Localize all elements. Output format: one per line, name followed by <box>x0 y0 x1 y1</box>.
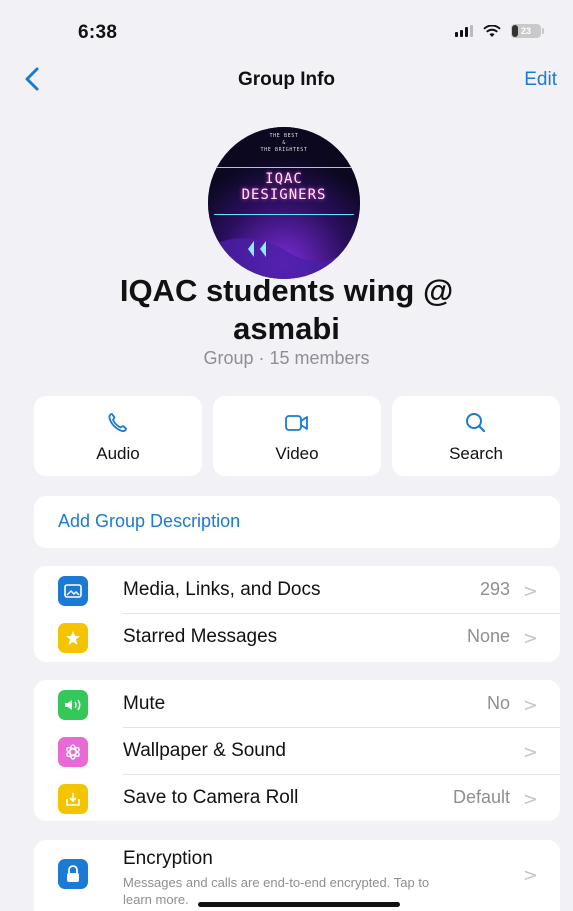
action-buttons: Audio Video Search <box>34 396 560 476</box>
status-bar: 6:38 23 <box>0 0 573 52</box>
media-links-docs-label: Media, Links, and Docs <box>123 579 321 600</box>
group-name-text: IQAC students wing @ asmabi <box>119 273 454 346</box>
video-label: Video <box>275 444 319 463</box>
phone-icon <box>108 413 127 433</box>
settings-section: Mute No > Wallpaper & Sound > Save to Ca… <box>34 680 560 821</box>
edit-button[interactable]: Edit <box>524 69 557 91</box>
speaker-icon <box>58 690 88 720</box>
avatar-title-2: DESIGNERS <box>241 187 327 203</box>
chevron-right-icon: > <box>522 695 538 716</box>
starred-messages-row[interactable]: Starred Messages None > <box>34 614 560 661</box>
search-icon <box>466 413 486 433</box>
flower-icon <box>58 737 88 767</box>
group-avatar[interactable]: THE BEST & THE BRIGHTEST IQAC DESIGNERS <box>208 127 360 279</box>
download-icon <box>58 784 88 814</box>
starred-value: None <box>466 626 510 646</box>
audio-call-button[interactable]: Audio <box>34 396 202 476</box>
status-time: 6:38 <box>78 22 118 43</box>
save-camera-roll-row[interactable]: Save to Camera Roll Default > <box>34 775 560 822</box>
search-button[interactable]: Search <box>392 396 560 476</box>
chevron-right-icon: > <box>522 865 538 886</box>
encryption-title: Encryption <box>123 848 213 869</box>
nav-bar: Group Info Edit <box>0 60 573 100</box>
save-camera-roll-label: Save to Camera Roll <box>123 787 299 808</box>
video-call-button[interactable]: Video <box>213 396 381 476</box>
photo-icon <box>58 576 88 606</box>
battery-icon: 23 <box>511 24 544 38</box>
battery-fill <box>512 25 518 37</box>
star-icon <box>58 623 88 653</box>
wallpaper-sound-row[interactable]: Wallpaper & Sound > <box>34 728 560 775</box>
mute-row[interactable]: Mute No > <box>34 681 560 728</box>
wifi-icon <box>483 24 501 37</box>
chevron-right-icon: > <box>522 742 538 763</box>
search-label: Search <box>449 444 503 463</box>
lock-icon <box>58 859 88 889</box>
group-name: IQAC students wing @ asmabi <box>0 272 573 348</box>
media-links-docs-row[interactable]: Media, Links, and Docs 293 > <box>34 567 560 614</box>
encryption-row[interactable]: Encryption Messages and calls are end-to… <box>34 840 560 911</box>
signal-icon <box>455 25 473 37</box>
mute-label: Mute <box>123 693 166 714</box>
mute-value: No <box>486 693 510 713</box>
group-subtitle: Group · 15 members <box>203 348 370 368</box>
page-title: Group Info <box>237 69 336 90</box>
battery-level: 23 <box>520 26 531 36</box>
save-camera-roll-value: Default <box>452 787 510 807</box>
media-section: Media, Links, and Docs 293 > Starred Mes… <box>34 566 560 662</box>
add-description-label: Add Group Description <box>58 511 241 531</box>
chevron-right-icon: > <box>522 581 538 602</box>
home-indicator[interactable] <box>198 902 400 907</box>
audio-label: Audio <box>96 444 140 463</box>
avatar-title-1: IQAC <box>265 171 303 187</box>
starred-messages-label: Starred Messages <box>123 626 278 647</box>
avatar-tagline-2: & <box>282 140 286 146</box>
video-icon <box>285 415 308 431</box>
wallpaper-sound-label: Wallpaper & Sound <box>123 740 287 761</box>
chevron-right-icon: > <box>522 628 538 649</box>
avatar-tagline-3: THE BRIGHTEST <box>260 147 308 153</box>
add-description-button[interactable]: Add Group Description <box>34 496 560 548</box>
avatar-tagline-1: THE BEST <box>269 133 299 139</box>
media-count: 293 <box>479 579 510 599</box>
status-icons: 23 <box>455 24 544 38</box>
chevron-right-icon: > <box>522 789 538 810</box>
